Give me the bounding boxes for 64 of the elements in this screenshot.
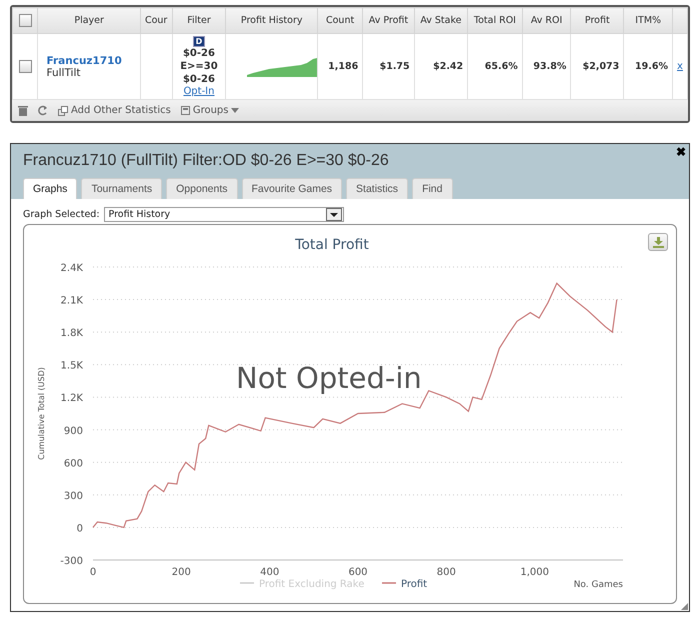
opt-in-link[interactable]: Opt-In	[183, 86, 214, 97]
resize-grip-icon[interactable]	[681, 603, 688, 610]
tab[interactable]: Graphs	[23, 178, 78, 199]
x-tick-label: 1,000	[520, 567, 549, 578]
y-tick-label: 1.2K	[60, 393, 83, 404]
y-axis-title: Cumulative Total (USD)	[37, 367, 46, 460]
y-tick-label: 1.5K	[60, 360, 83, 372]
column-header[interactable]: Av Stake	[414, 8, 468, 34]
x-axis-title: No. Games	[574, 580, 623, 590]
add-statistics-button[interactable]: Add Other Statistics	[58, 105, 171, 116]
graph-select-label: Graph Selected:	[23, 209, 100, 220]
download-button[interactable]	[648, 233, 668, 251]
y-tick-label: 1.8K	[60, 328, 83, 340]
legend-label: Profit	[401, 579, 428, 590]
dialog-title: Francuz1710 (FullTilt) Filter:OD $0-26 E>=30 $0-26	[23, 152, 390, 170]
trash-icon[interactable]	[18, 105, 28, 116]
column-header[interactable]: Profit	[570, 8, 624, 34]
x-tick-label: 200	[172, 567, 191, 578]
x-tick-label: 800	[436, 567, 456, 578]
filter-badge: D	[192, 36, 206, 47]
column-header[interactable]: Av ROI	[522, 8, 571, 34]
tab[interactable]: Favourite Games	[242, 178, 342, 199]
window-icon	[180, 106, 190, 115]
y-tick-label: 300	[64, 490, 83, 502]
tab[interactable]: Statistics	[346, 178, 408, 199]
column-header[interactable]: Av Profit	[362, 8, 414, 34]
y-tick-label: 2.1K	[60, 296, 83, 307]
download-icon	[652, 236, 664, 248]
column-header[interactable]: Filter	[172, 8, 226, 34]
y-tick-label: 2.4K	[60, 263, 83, 274]
close-button[interactable]: ✖	[676, 145, 686, 159]
column-header[interactable]: ITM%	[624, 8, 672, 34]
column-header[interactable]: Profit History	[226, 8, 318, 34]
chart-title: Total Profit	[295, 237, 369, 253]
caret-icon	[231, 108, 240, 113]
column-header[interactable]: Count	[317, 8, 363, 34]
network-name: FullTilt	[46, 66, 82, 78]
filter-text: $0-26	[182, 47, 216, 60]
player-name[interactable]: Francuz1710	[46, 54, 136, 66]
tab[interactable]: Opponents	[166, 178, 238, 199]
tab[interactable]: Tournaments	[81, 178, 162, 199]
groups-button[interactable]: Groups	[180, 105, 240, 116]
checkbox[interactable]	[18, 60, 32, 73]
column-header[interactable]: Total ROI	[468, 8, 522, 34]
x-tick-label: 400	[260, 567, 280, 578]
column-header[interactable]: Cour	[140, 8, 172, 34]
column-header[interactable]: Player	[38, 8, 140, 34]
windows-icon	[58, 106, 68, 116]
not-opted-in-overlay: Not Opted-in	[236, 361, 422, 395]
refresh-icon[interactable]	[38, 105, 48, 116]
checkbox[interactable]	[18, 14, 32, 27]
legend-item[interactable]: Profit	[382, 579, 428, 590]
tab[interactable]: Find	[412, 178, 452, 199]
caret-icon	[330, 212, 338, 216]
y-tick-label: 900	[64, 426, 83, 437]
y-tick-label: 600	[64, 458, 83, 470]
y-tick-label: -300	[60, 556, 83, 567]
graph-dropdown[interactable]: Profit History	[104, 207, 344, 222]
x-tick-label: 600	[348, 567, 368, 578]
filter-text: E>=30	[179, 60, 219, 73]
y-tick-label: 0	[76, 523, 83, 534]
remove-link[interactable]: x	[677, 61, 683, 72]
filter-text: $0-26	[182, 73, 216, 86]
x-tick-label: 0	[90, 567, 96, 578]
